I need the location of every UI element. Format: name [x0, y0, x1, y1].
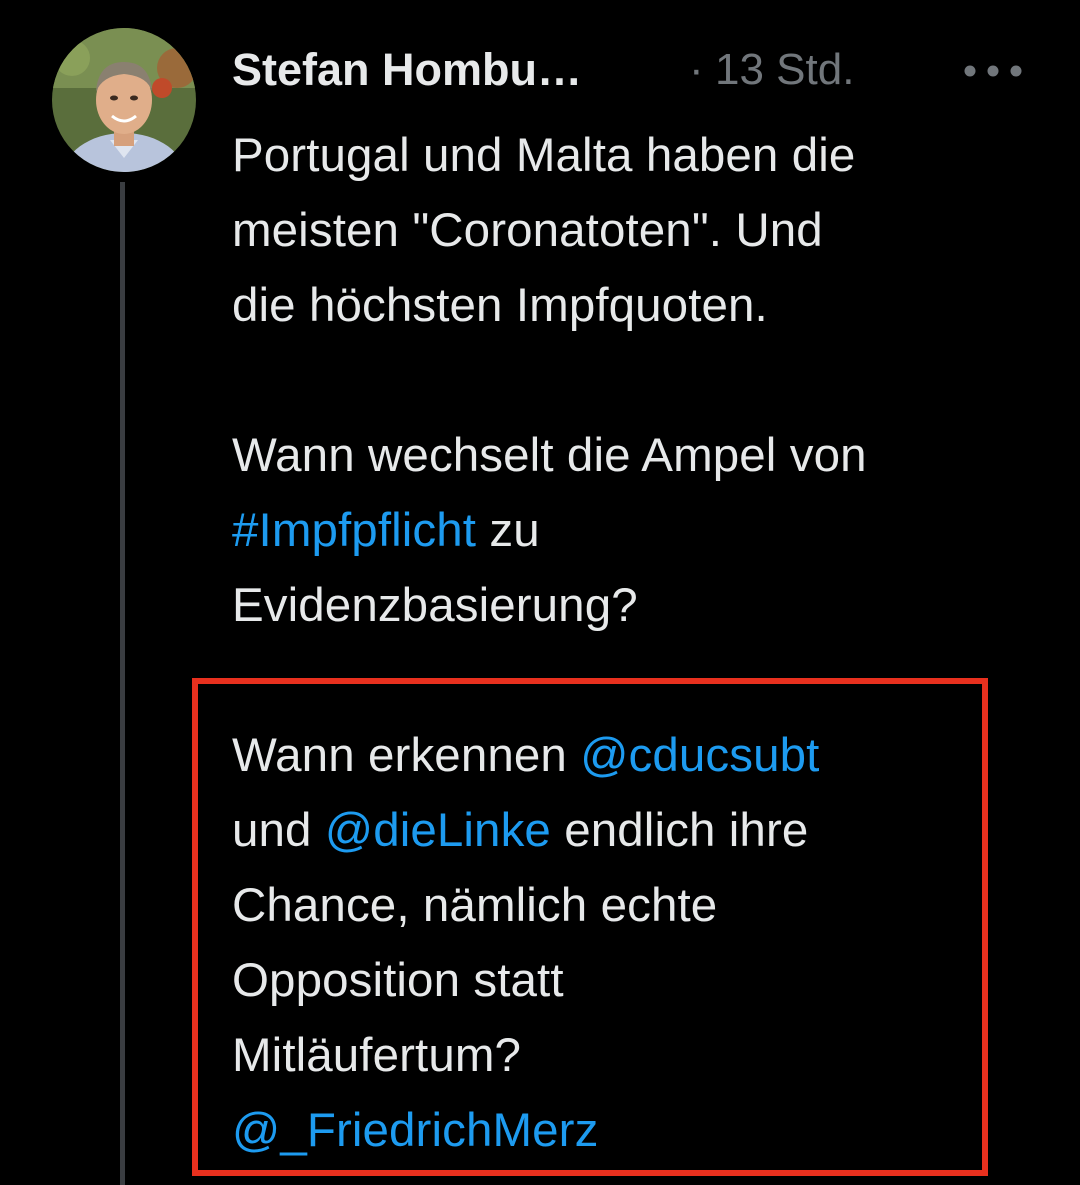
tweet-header: Stefan Hombu… · 13 Std.: [232, 40, 1032, 104]
header-separator: ·: [689, 45, 704, 94]
author-avatar[interactable]: [52, 28, 196, 172]
more-horizontal-icon[interactable]: [963, 64, 1023, 78]
text-fragment: zu: [489, 504, 540, 557]
text-line: Wann wechselt die Ampel von: [232, 429, 867, 482]
highlight-annotation-box: [192, 678, 988, 1176]
text-line: Evidenzbasierung?: [232, 579, 638, 632]
author-name[interactable]: Stefan Hombu…: [232, 40, 582, 100]
text-line: #Impfpflicht zu: [232, 493, 1032, 568]
thread-connector-line: [120, 182, 125, 1185]
text-line: die höchsten Impfquoten.: [232, 279, 768, 332]
text-line: Portugal und Malta haben die: [232, 129, 856, 182]
author-avatar-image: [52, 28, 196, 172]
text-line: meisten "Coronatoten". Und: [232, 204, 823, 257]
tweet-timestamp[interactable]: 13 Std.: [715, 40, 854, 100]
hashtag-link[interactable]: #Impfpflicht: [232, 504, 476, 557]
